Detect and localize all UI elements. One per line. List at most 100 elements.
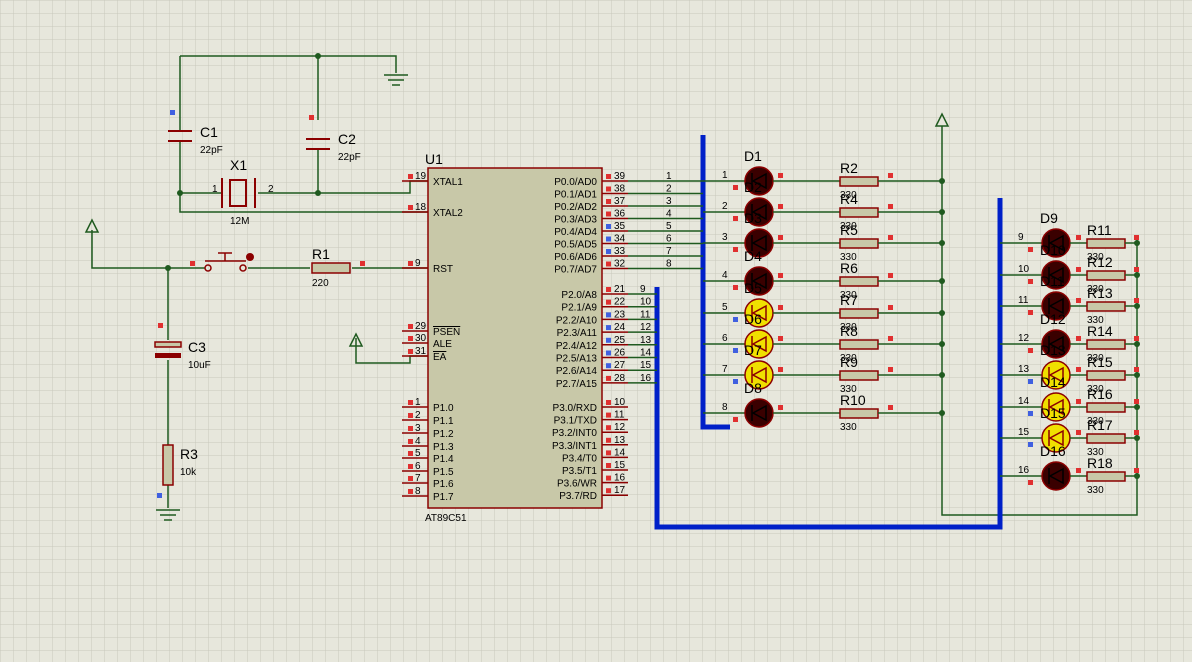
pin-name: P0.1/AD1 xyxy=(554,190,597,201)
resistor[interactable] xyxy=(839,339,879,350)
pin-number: 28 xyxy=(614,373,626,384)
resistor-r1[interactable] xyxy=(311,262,351,274)
resistor[interactable] xyxy=(839,276,879,287)
resistor[interactable] xyxy=(839,176,879,187)
pin-number: 11 xyxy=(614,410,625,421)
net-label: 11 xyxy=(640,309,651,320)
pin-number: 7 xyxy=(415,473,421,484)
resistor[interactable] xyxy=(1086,471,1126,482)
net-label: 14 xyxy=(640,348,652,359)
resistor[interactable] xyxy=(1086,270,1126,281)
x1-value: 12M xyxy=(230,216,249,227)
pin-number: 37 xyxy=(614,196,626,207)
resistor[interactable] xyxy=(839,308,879,319)
pin-number: 9 xyxy=(415,258,421,269)
pin-number: 4 xyxy=(415,436,421,447)
pin-name: P0.6/AD6 xyxy=(554,252,597,263)
pin-number: 27 xyxy=(614,360,626,371)
pin-name: P1.1 xyxy=(433,416,454,427)
pin-number: 30 xyxy=(415,333,427,344)
pin-marker xyxy=(309,115,314,120)
pin-number: 6 xyxy=(415,461,421,472)
pin-name: P2.6/A14 xyxy=(556,366,598,377)
c1-ref: C1 xyxy=(200,124,218,140)
led-ref: D6 xyxy=(744,311,762,327)
net-label: 8 xyxy=(722,402,728,413)
resistor-ref: R17 xyxy=(1087,417,1113,433)
pin-name: P0.7/AD7 xyxy=(554,265,597,276)
pin-number: 38 xyxy=(614,184,626,195)
resistor[interactable] xyxy=(839,370,879,381)
led-ref: D5 xyxy=(744,280,762,296)
resistor[interactable] xyxy=(1086,301,1126,312)
resistor[interactable] xyxy=(1086,339,1126,350)
pin-name: P2.3/A11 xyxy=(557,328,598,339)
pin-number: 34 xyxy=(614,234,626,245)
pin-number: 17 xyxy=(614,485,626,496)
net-label: 13 xyxy=(1018,364,1030,375)
pin-name: P3.4/T0 xyxy=(562,453,597,464)
net-label: 2 xyxy=(666,184,672,195)
mcu-part: AT89C51 xyxy=(425,513,467,524)
pin-number: 29 xyxy=(415,321,427,332)
led-ref: D15 xyxy=(1040,405,1066,421)
pin-name: P2.7/A15 xyxy=(556,379,598,390)
resistor-r3[interactable] xyxy=(162,444,174,486)
net-label: 11 xyxy=(1018,295,1029,306)
resistor[interactable] xyxy=(839,207,879,218)
junction-dot xyxy=(315,53,321,59)
net-label: 16 xyxy=(1018,465,1030,476)
pin-name: P2.5/A13 xyxy=(556,354,598,365)
resistor[interactable] xyxy=(1086,433,1126,444)
r3-value: 10k xyxy=(180,467,197,478)
net-label: 4 xyxy=(666,209,672,220)
pin-number: 10 xyxy=(614,397,626,408)
net-label: 7 xyxy=(722,364,728,375)
resistor-ref: R12 xyxy=(1087,254,1113,270)
net-label: 14 xyxy=(1018,396,1030,407)
pin-name: P1.3 xyxy=(433,442,454,453)
net-label: 5 xyxy=(666,221,672,232)
schematic-canvas[interactable]: C1 22pF C2 22pF X1 1 2 12M R1 220 C3 10u… xyxy=(0,0,1192,662)
resistor[interactable] xyxy=(839,238,879,249)
pin-number: 25 xyxy=(614,335,626,346)
led-ref: D16 xyxy=(1040,443,1066,459)
led-off[interactable] xyxy=(744,398,774,428)
pin-number: 36 xyxy=(614,209,626,220)
pin-marker xyxy=(360,261,365,266)
c2-ref: C2 xyxy=(338,131,356,147)
pin-name: P1.0 xyxy=(433,403,454,414)
pin-name: ALE xyxy=(433,339,452,350)
net-label: 1 xyxy=(722,170,728,181)
junction-dot xyxy=(315,190,321,196)
pin-name: P3.2/INT0 xyxy=(552,428,597,439)
resistor[interactable] xyxy=(839,408,879,419)
led-off[interactable] xyxy=(1041,461,1071,491)
resistor-ref: R5 xyxy=(840,222,858,238)
resistor[interactable] xyxy=(1086,402,1126,413)
resistor-ref: R16 xyxy=(1087,386,1113,402)
x1-ref: X1 xyxy=(230,157,247,173)
pin-name: P3.0/RXD xyxy=(553,403,597,414)
pin-name: P0.4/AD4 xyxy=(554,227,597,238)
net-label: 5 xyxy=(722,302,728,313)
resistor[interactable] xyxy=(1086,370,1126,381)
pin-name: P3.6/WR xyxy=(557,479,597,490)
resistor[interactable] xyxy=(1086,238,1126,249)
pin-number: 22 xyxy=(614,297,626,308)
pin-number: 23 xyxy=(614,309,626,320)
net-label: 13 xyxy=(640,335,652,346)
net-label: 8 xyxy=(666,259,672,270)
resistor-ref: R9 xyxy=(840,354,858,370)
mcu-ref: U1 xyxy=(425,151,443,167)
pin-number: 5 xyxy=(415,448,421,459)
pin-name: PSEN xyxy=(433,327,460,338)
pin-number: 35 xyxy=(614,221,626,232)
pin-number: 8 xyxy=(415,486,421,497)
r3-ref: R3 xyxy=(180,446,198,462)
net-label: 10 xyxy=(1018,264,1030,275)
resistor-value: 330 xyxy=(840,422,857,433)
net-label: 9 xyxy=(640,284,646,295)
pin-name: P3.5/T1 xyxy=(562,466,597,477)
led-ref: D10 xyxy=(1040,242,1066,258)
